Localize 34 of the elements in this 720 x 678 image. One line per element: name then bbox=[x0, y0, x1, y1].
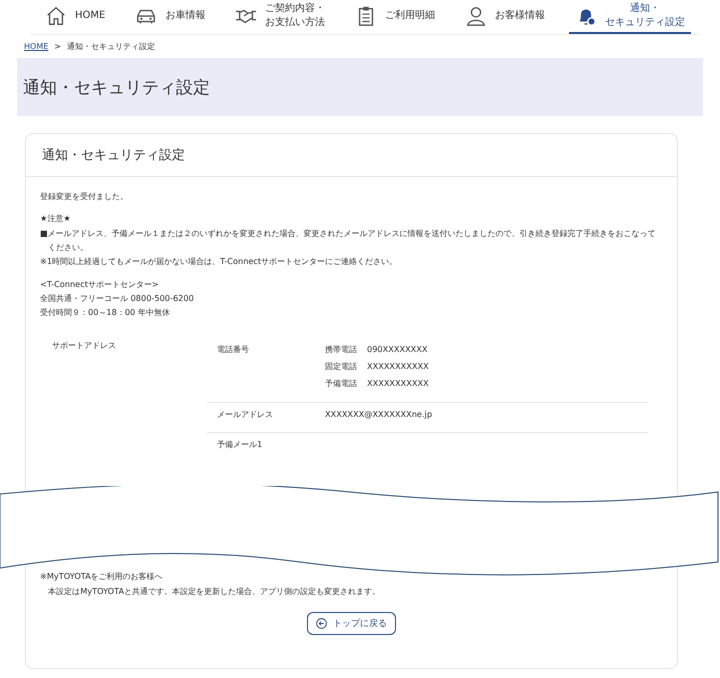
message-text: 登録変更を受付ました。 bbox=[40, 190, 129, 203]
note-text: ※MyTOYOTAをご利用のお客様へ bbox=[40, 570, 164, 584]
field-sublabel: 固定電話 bbox=[325, 360, 357, 374]
nav-tab[interactable]: お客様情報 bbox=[459, 0, 552, 34]
support-text: <T-Connectサポートセンター> bbox=[40, 278, 160, 291]
field-label: 予備メール1 bbox=[217, 438, 264, 452]
page-title: 通知・セキュリティ設定 bbox=[17, 58, 703, 116]
home-icon bbox=[44, 5, 67, 27]
nav-tab[interactable]: お車情報 bbox=[129, 0, 212, 34]
nav-tab[interactable]: 通知・ セキュリティ設定 bbox=[569, 0, 691, 34]
card-title: 通知・セキュリティ設定 bbox=[26, 134, 677, 177]
field-value: XXXXXXXXXXX bbox=[367, 377, 429, 390]
support-text: 受付時間９：00～18：00 年中無休 bbox=[40, 306, 171, 320]
note-text: 本設定はMyTOYOTAと共通です。本設定を更新した場合、アプリ側の設定も変更されます。 bbox=[47, 584, 382, 598]
support-text: 全国共通・フリーコール 0800-500-6200 bbox=[40, 292, 195, 306]
notice-heading: ★注意★ bbox=[40, 212, 72, 226]
field-value: 090XXXXXXXX bbox=[367, 342, 428, 356]
nav-tab[interactable]: HOME bbox=[38, 0, 112, 34]
breadcrumb-link[interactable]: HOME bbox=[24, 42, 48, 51]
field-label: メールアドレス bbox=[217, 408, 274, 421]
notice-text: ※1時間以上経過してもメールが届かない場合は、T-Connectサポートセンターにご連絡ください。 bbox=[40, 255, 398, 268]
back-to-top-button[interactable]: トップに戻る bbox=[307, 612, 396, 636]
nav-tab[interactable]: ご利用明細 bbox=[349, 0, 442, 34]
person-icon bbox=[465, 5, 488, 27]
section-label: サポートアドレス bbox=[52, 338, 117, 352]
notice-text: ■メールアドレス、予備メール１または２のいずれかを変更された場合、変更されたメールアドレスに情報を送付いたしましたので、引き続き登録完了手続きをおこなってください。 bbox=[40, 226, 657, 254]
breadcrumb-current: 通知・セキュリティ設定 bbox=[66, 41, 155, 52]
field-sublabel: 携帯電話 bbox=[325, 342, 357, 356]
nav-tab[interactable]: ご契約内容・ お支払い方法 bbox=[229, 0, 332, 34]
field-value: XXXXXXX@XXXXXXXne.jp bbox=[325, 408, 432, 421]
field-value: XXXXXXXXXXX bbox=[367, 360, 429, 374]
field-label: 電話番号 bbox=[217, 342, 250, 356]
field-sublabel: 予備電話 bbox=[325, 377, 357, 390]
breadcrumb-separator: > bbox=[54, 42, 61, 51]
